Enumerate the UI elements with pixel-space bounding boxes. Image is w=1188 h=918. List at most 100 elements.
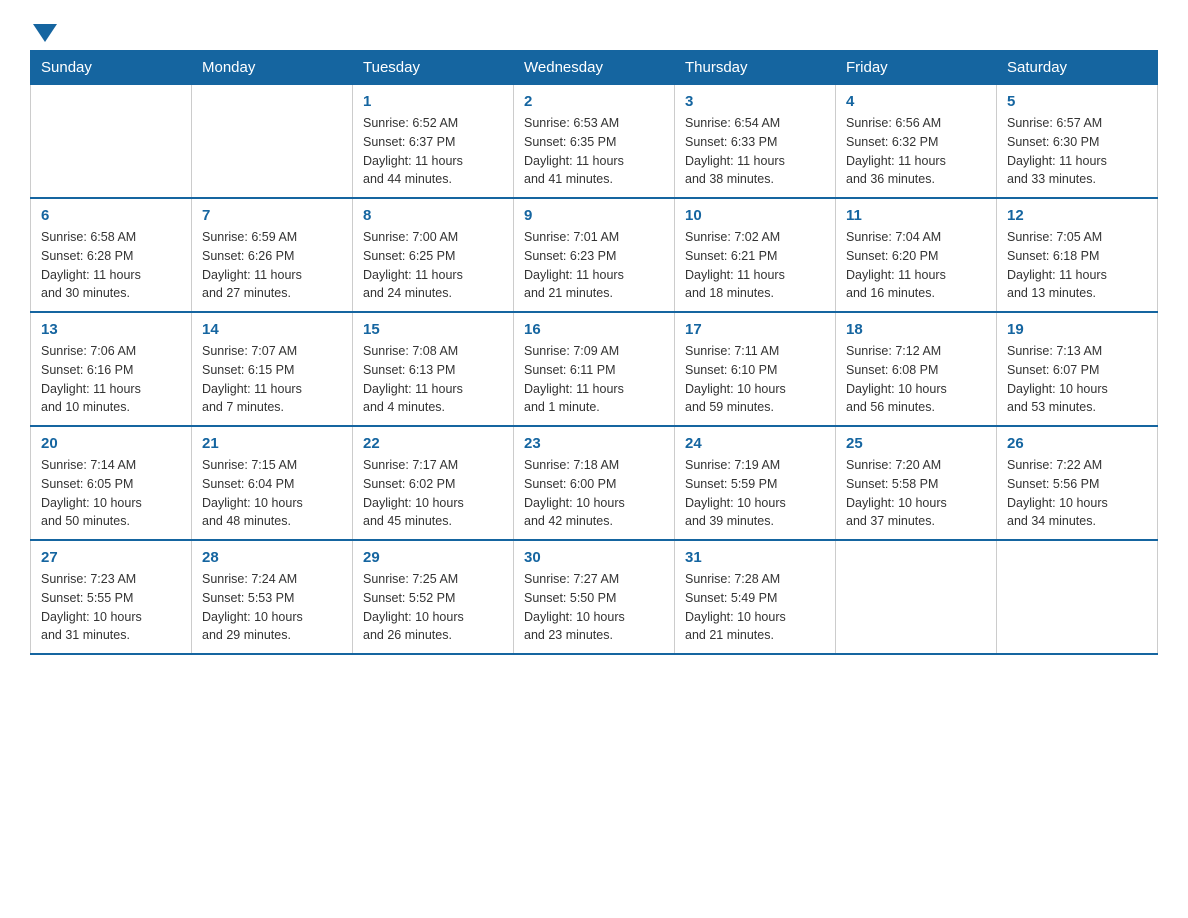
calendar-week-4: 20 Sunrise: 7:14 AM Sunset: 6:05 PM Dayli… [31, 426, 1158, 540]
day-info: Sunrise: 6:52 AM Sunset: 6:37 PM Dayligh… [363, 114, 503, 189]
calendar-cell: 22 Sunrise: 7:17 AM Sunset: 6:02 PM Dayli… [353, 426, 514, 540]
calendar-cell: 11Sunrise: 7:04 AM Sunset: 6:20 PM Dayli… [836, 198, 997, 312]
calendar-cell: 5 Sunrise: 6:57 AM Sunset: 6:30 PM Daylig… [997, 85, 1158, 199]
calendar-cell: 4 Sunrise: 6:56 AM Sunset: 6:32 PM Daylig… [836, 85, 997, 199]
day-number: 11 [846, 207, 986, 224]
day-info: Sunrise: 7:19 AM Sunset: 5:59 PM Dayligh… [685, 456, 825, 531]
calendar-cell: 14 Sunrise: 7:07 AM Sunset: 6:15 PM Dayli… [192, 312, 353, 426]
day-number: 28 [202, 549, 342, 566]
day-number: 12 [1007, 207, 1147, 224]
day-info: Sunrise: 7:12 AM Sunset: 6:08 PM Dayligh… [846, 342, 986, 417]
weekday-header-row: SundayMondayTuesdayWednesdayThursdayFrid… [31, 51, 1158, 85]
day-number: 24 [685, 435, 825, 452]
day-number: 23 [524, 435, 664, 452]
day-info: Sunrise: 7:09 AM Sunset: 6:11 PM Dayligh… [524, 342, 664, 417]
calendar-week-5: 27Sunrise: 7:23 AM Sunset: 5:55 PM Dayli… [31, 540, 1158, 654]
calendar-cell: 10Sunrise: 7:02 AM Sunset: 6:21 PM Dayli… [675, 198, 836, 312]
calendar-cell: 18 Sunrise: 7:12 AM Sunset: 6:08 PM Dayli… [836, 312, 997, 426]
day-info: Sunrise: 6:53 AM Sunset: 6:35 PM Dayligh… [524, 114, 664, 189]
day-number: 3 [685, 93, 825, 110]
calendar-cell: 23 Sunrise: 7:18 AM Sunset: 6:00 PM Dayli… [514, 426, 675, 540]
day-number: 29 [363, 549, 503, 566]
day-number: 18 [846, 321, 986, 338]
calendar-cell: 9 Sunrise: 7:01 AM Sunset: 6:23 PM Daylig… [514, 198, 675, 312]
day-number: 2 [524, 93, 664, 110]
calendar-cell: 27Sunrise: 7:23 AM Sunset: 5:55 PM Dayli… [31, 540, 192, 654]
calendar-cell: 16 Sunrise: 7:09 AM Sunset: 6:11 PM Dayli… [514, 312, 675, 426]
calendar-cell [997, 540, 1158, 654]
calendar-cell: 3 Sunrise: 6:54 AM Sunset: 6:33 PM Daylig… [675, 85, 836, 199]
calendar-week-3: 13 Sunrise: 7:06 AM Sunset: 6:16 PM Dayli… [31, 312, 1158, 426]
day-info: Sunrise: 7:27 AM Sunset: 5:50 PM Dayligh… [524, 570, 664, 645]
day-info: Sunrise: 7:17 AM Sunset: 6:02 PM Dayligh… [363, 456, 503, 531]
day-info: Sunrise: 7:14 AM Sunset: 6:05 PM Dayligh… [41, 456, 181, 531]
day-number: 6 [41, 207, 181, 224]
calendar-cell: 17 Sunrise: 7:11 AM Sunset: 6:10 PM Dayli… [675, 312, 836, 426]
day-info: Sunrise: 7:02 AM Sunset: 6:21 PM Dayligh… [685, 228, 825, 303]
calendar-cell: 8 Sunrise: 7:00 AM Sunset: 6:25 PM Daylig… [353, 198, 514, 312]
day-number: 19 [1007, 321, 1147, 338]
day-number: 13 [41, 321, 181, 338]
calendar-cell: 28 Sunrise: 7:24 AM Sunset: 5:53 PM Dayli… [192, 540, 353, 654]
day-info: Sunrise: 7:11 AM Sunset: 6:10 PM Dayligh… [685, 342, 825, 417]
day-number: 31 [685, 549, 825, 566]
logo-arrow-icon [33, 24, 57, 42]
day-info: Sunrise: 6:58 AM Sunset: 6:28 PM Dayligh… [41, 228, 181, 303]
calendar-cell: 1 Sunrise: 6:52 AM Sunset: 6:37 PM Daylig… [353, 85, 514, 199]
calendar-week-1: 1 Sunrise: 6:52 AM Sunset: 6:37 PM Daylig… [31, 85, 1158, 199]
page-header [30, 20, 1158, 40]
day-number: 26 [1007, 435, 1147, 452]
day-info: Sunrise: 7:15 AM Sunset: 6:04 PM Dayligh… [202, 456, 342, 531]
weekday-header-monday: Monday [192, 51, 353, 85]
calendar-cell: 24 Sunrise: 7:19 AM Sunset: 5:59 PM Dayli… [675, 426, 836, 540]
day-info: Sunrise: 7:20 AM Sunset: 5:58 PM Dayligh… [846, 456, 986, 531]
day-info: Sunrise: 6:57 AM Sunset: 6:30 PM Dayligh… [1007, 114, 1147, 189]
day-info: Sunrise: 7:07 AM Sunset: 6:15 PM Dayligh… [202, 342, 342, 417]
day-number: 16 [524, 321, 664, 338]
weekday-header-sunday: Sunday [31, 51, 192, 85]
day-number: 14 [202, 321, 342, 338]
calendar-cell: 19 Sunrise: 7:13 AM Sunset: 6:07 PM Dayli… [997, 312, 1158, 426]
day-number: 17 [685, 321, 825, 338]
calendar-table: SundayMondayTuesdayWednesdayThursdayFrid… [30, 50, 1158, 655]
day-number: 8 [363, 207, 503, 224]
calendar-cell [192, 85, 353, 199]
day-number: 30 [524, 549, 664, 566]
day-number: 27 [41, 549, 181, 566]
calendar-cell: 7Sunrise: 6:59 AM Sunset: 6:26 PM Daylig… [192, 198, 353, 312]
calendar-cell: 13 Sunrise: 7:06 AM Sunset: 6:16 PM Dayli… [31, 312, 192, 426]
weekday-header-friday: Friday [836, 51, 997, 85]
calendar-cell: 6 Sunrise: 6:58 AM Sunset: 6:28 PM Daylig… [31, 198, 192, 312]
weekday-header-saturday: Saturday [997, 51, 1158, 85]
weekday-header-wednesday: Wednesday [514, 51, 675, 85]
calendar-cell [31, 85, 192, 199]
day-number: 20 [41, 435, 181, 452]
calendar-cell: 25Sunrise: 7:20 AM Sunset: 5:58 PM Dayli… [836, 426, 997, 540]
day-info: Sunrise: 7:24 AM Sunset: 5:53 PM Dayligh… [202, 570, 342, 645]
calendar-cell: 29 Sunrise: 7:25 AM Sunset: 5:52 PM Dayli… [353, 540, 514, 654]
day-info: Sunrise: 6:56 AM Sunset: 6:32 PM Dayligh… [846, 114, 986, 189]
calendar-cell: 21Sunrise: 7:15 AM Sunset: 6:04 PM Dayli… [192, 426, 353, 540]
day-info: Sunrise: 6:54 AM Sunset: 6:33 PM Dayligh… [685, 114, 825, 189]
calendar-cell [836, 540, 997, 654]
calendar-cell: 20 Sunrise: 7:14 AM Sunset: 6:05 PM Dayli… [31, 426, 192, 540]
day-info: Sunrise: 6:59 AM Sunset: 6:26 PM Dayligh… [202, 228, 342, 303]
calendar-cell: 2 Sunrise: 6:53 AM Sunset: 6:35 PM Daylig… [514, 85, 675, 199]
day-number: 4 [846, 93, 986, 110]
day-info: Sunrise: 7:13 AM Sunset: 6:07 PM Dayligh… [1007, 342, 1147, 417]
calendar-cell: 30 Sunrise: 7:27 AM Sunset: 5:50 PM Dayli… [514, 540, 675, 654]
weekday-header-thursday: Thursday [675, 51, 836, 85]
day-info: Sunrise: 7:00 AM Sunset: 6:25 PM Dayligh… [363, 228, 503, 303]
calendar-cell: 12Sunrise: 7:05 AM Sunset: 6:18 PM Dayli… [997, 198, 1158, 312]
day-number: 1 [363, 93, 503, 110]
day-info: Sunrise: 7:18 AM Sunset: 6:00 PM Dayligh… [524, 456, 664, 531]
day-number: 5 [1007, 93, 1147, 110]
calendar-cell: 26Sunrise: 7:22 AM Sunset: 5:56 PM Dayli… [997, 426, 1158, 540]
day-info: Sunrise: 7:06 AM Sunset: 6:16 PM Dayligh… [41, 342, 181, 417]
day-info: Sunrise: 7:01 AM Sunset: 6:23 PM Dayligh… [524, 228, 664, 303]
day-number: 9 [524, 207, 664, 224]
day-number: 22 [363, 435, 503, 452]
day-info: Sunrise: 7:25 AM Sunset: 5:52 PM Dayligh… [363, 570, 503, 645]
weekday-header-tuesday: Tuesday [353, 51, 514, 85]
calendar-cell: 31Sunrise: 7:28 AM Sunset: 5:49 PM Dayli… [675, 540, 836, 654]
